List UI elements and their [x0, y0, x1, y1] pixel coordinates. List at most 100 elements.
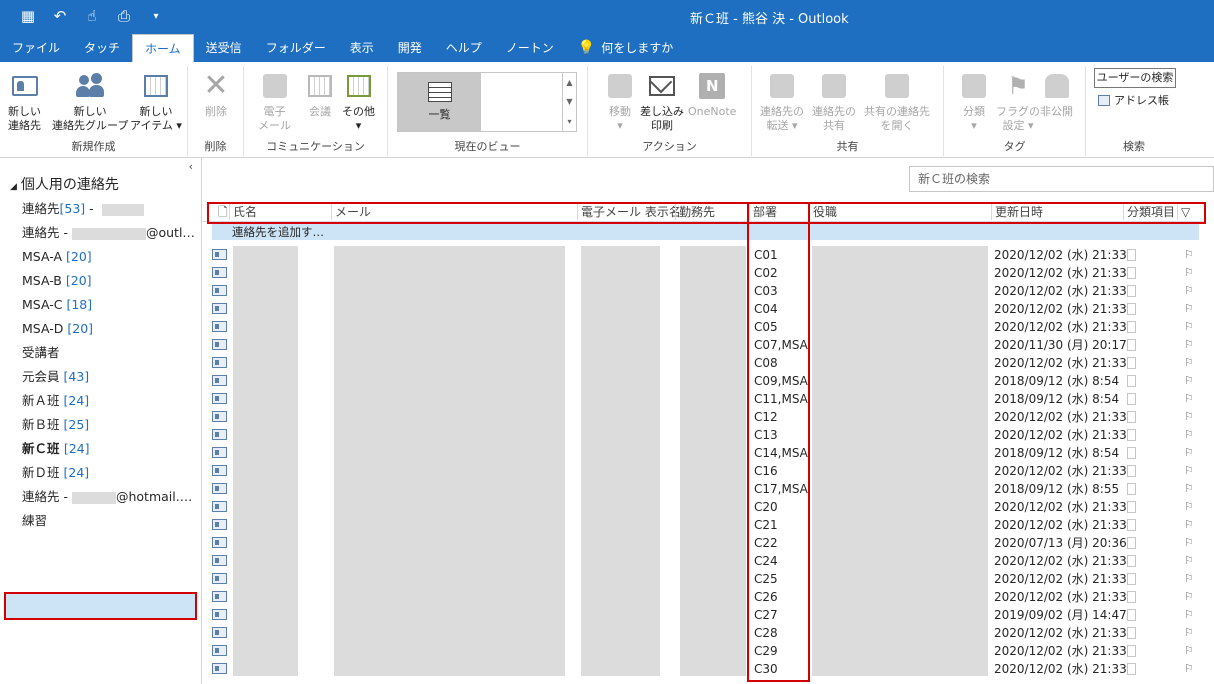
- new-contact-group-button[interactable]: 新しい 連絡先グループ: [52, 70, 128, 133]
- table-row[interactable]: C03 2020/12/02 (水) 21:33 ⚐: [203, 282, 1204, 300]
- folder-item[interactable]: 受講者: [22, 342, 60, 364]
- category-cell[interactable]: [1127, 339, 1136, 351]
- table-row[interactable]: C05 2020/12/02 (水) 21:33 ⚐: [203, 318, 1204, 336]
- address-book-button[interactable]: アドレス帳: [1098, 92, 1169, 108]
- table-row[interactable]: C11,MSA 2018/09/12 (水) 8:54 ⚐: [203, 390, 1204, 408]
- touch-mode-icon[interactable]: ☝: [82, 6, 102, 26]
- tell-me-box[interactable]: 💡 何をしますか: [566, 34, 685, 62]
- view-list-option[interactable]: 一覧: [398, 73, 481, 131]
- flag-icon[interactable]: ⚐: [1184, 572, 1194, 585]
- table-row[interactable]: C07,MSA 2020/11/30 (月) 20:17 ⚐: [203, 336, 1204, 354]
- customize-icon[interactable]: ▾: [146, 6, 166, 26]
- search-people-box[interactable]: ユーザーの検索: [1094, 68, 1176, 88]
- table-row[interactable]: C28 2020/12/02 (水) 21:33 ⚐: [203, 624, 1204, 642]
- table-row[interactable]: C27 2019/09/02 (月) 14:47 ⚐: [203, 606, 1204, 624]
- category-cell[interactable]: [1127, 249, 1136, 261]
- tab-folder[interactable]: フォルダー: [254, 34, 338, 62]
- flag-icon[interactable]: ⚐: [1184, 590, 1194, 603]
- category-cell[interactable]: [1127, 591, 1136, 603]
- table-row[interactable]: C13 2020/12/02 (水) 21:33 ⚐: [203, 426, 1204, 444]
- open-shared-contacts-button[interactable]: 共有の連絡先 を開く: [864, 70, 930, 133]
- table-row[interactable]: C24 2020/12/02 (水) 21:33 ⚐: [203, 552, 1204, 570]
- flag-icon[interactable]: ⚐: [1184, 464, 1194, 477]
- flag-icon[interactable]: ⚐: [1184, 626, 1194, 639]
- folder-item[interactable]: 連絡先 - @outl…: [22, 222, 195, 244]
- table-row[interactable]: C12 2020/12/02 (水) 21:33 ⚐: [203, 408, 1204, 426]
- print-icon[interactable]: ⎙: [114, 6, 134, 26]
- follow-up-button[interactable]: ⚑ フラグの 設定 ▾: [996, 70, 1040, 133]
- forward-contact-button[interactable]: 連絡先の 転送 ▾: [760, 70, 804, 133]
- flag-icon[interactable]: ⚐: [1184, 374, 1194, 387]
- share-contacts-button[interactable]: 連絡先の 共有: [812, 70, 856, 133]
- private-button[interactable]: 非公開: [1040, 70, 1073, 119]
- category-cell[interactable]: [1127, 429, 1136, 441]
- folder-item[interactable]: 新Ａ班 [24]: [22, 390, 89, 412]
- category-cell[interactable]: [1127, 573, 1136, 585]
- flag-icon[interactable]: ⚐: [1184, 410, 1194, 423]
- table-row[interactable]: C01 2020/12/02 (水) 21:33 ⚐: [203, 246, 1204, 264]
- table-row[interactable]: C09,MSA 2018/09/12 (水) 8:54 ⚐: [203, 372, 1204, 390]
- table-row[interactable]: C16 2020/12/02 (水) 21:33 ⚐: [203, 462, 1204, 480]
- category-cell[interactable]: [1127, 411, 1136, 423]
- category-cell[interactable]: [1127, 375, 1136, 387]
- table-row[interactable]: C04 2020/12/02 (水) 21:33 ⚐: [203, 300, 1204, 318]
- mail-merge-button[interactable]: 差し込み 印刷: [640, 70, 684, 133]
- contacts-icon[interactable]: ▦: [18, 6, 38, 26]
- flag-icon[interactable]: ⚐: [1184, 518, 1194, 531]
- meeting-button[interactable]: 会議: [304, 70, 336, 119]
- view-gallery[interactable]: 一覧 ▲ ▼ ▾: [397, 72, 577, 132]
- table-row[interactable]: C25 2020/12/02 (水) 21:33 ⚐: [203, 570, 1204, 588]
- category-cell[interactable]: [1127, 627, 1136, 639]
- flag-icon[interactable]: ⚐: [1184, 428, 1194, 441]
- categorize-button[interactable]: 分類 ▾: [958, 70, 990, 133]
- category-cell[interactable]: [1127, 321, 1136, 333]
- category-cell[interactable]: [1127, 285, 1136, 297]
- category-cell[interactable]: [1127, 537, 1136, 549]
- category-cell[interactable]: [1127, 447, 1136, 459]
- category-cell[interactable]: [1127, 303, 1136, 315]
- category-cell[interactable]: [1127, 483, 1136, 495]
- flag-icon[interactable]: ⚐: [1184, 356, 1194, 369]
- folder-item-selected[interactable]: 新Ｃ班 [24]: [22, 438, 90, 460]
- tab-touch[interactable]: タッチ: [72, 34, 132, 62]
- add-contact-row[interactable]: 連絡先を追加す…: [212, 224, 1199, 240]
- folder-item[interactable]: 連絡先[53] -: [22, 198, 144, 220]
- my-contacts-header[interactable]: ◢ 個人用の連絡先: [10, 174, 119, 194]
- move-button[interactable]: 移動 ▾: [604, 70, 636, 133]
- flag-icon[interactable]: ⚐: [1184, 248, 1194, 261]
- folder-item[interactable]: 元会員 [43]: [22, 366, 89, 388]
- folder-item[interactable]: 連絡先 - @hotmail.…: [22, 486, 192, 508]
- flag-icon[interactable]: ⚐: [1184, 662, 1194, 675]
- category-cell[interactable]: [1127, 663, 1136, 675]
- folder-item[interactable]: 新Ｄ班 [24]: [22, 462, 89, 484]
- gallery-scroll[interactable]: ▲ ▼ ▾: [562, 73, 576, 131]
- table-row[interactable]: C29 2020/12/02 (水) 21:33 ⚐: [203, 642, 1204, 660]
- table-row[interactable]: C08 2020/12/02 (水) 21:33 ⚐: [203, 354, 1204, 372]
- tab-help[interactable]: ヘルプ: [434, 34, 494, 62]
- flag-icon[interactable]: ⚐: [1184, 500, 1194, 513]
- flag-icon[interactable]: ⚐: [1184, 536, 1194, 549]
- flag-icon[interactable]: ⚐: [1184, 608, 1194, 621]
- flag-icon[interactable]: ⚐: [1184, 644, 1194, 657]
- flag-icon[interactable]: ⚐: [1184, 482, 1194, 495]
- tab-home[interactable]: ホーム: [132, 34, 194, 63]
- category-cell[interactable]: [1127, 519, 1136, 531]
- category-cell[interactable]: [1127, 465, 1136, 477]
- table-row[interactable]: C17,MSA 2018/09/12 (水) 8:55 ⚐: [203, 480, 1204, 498]
- category-cell[interactable]: [1127, 393, 1136, 405]
- delete-button[interactable]: ✕ 削除: [200, 70, 232, 119]
- category-cell[interactable]: [1127, 645, 1136, 657]
- flag-icon[interactable]: ⚐: [1184, 554, 1194, 567]
- new-items-button[interactable]: 新しい アイテム ▾: [130, 70, 182, 133]
- more-button[interactable]: その他 ▾: [342, 70, 375, 133]
- category-cell[interactable]: [1127, 555, 1136, 567]
- table-row[interactable]: C22 2020/07/13 (月) 20:36 ⚐: [203, 534, 1204, 552]
- category-cell[interactable]: [1127, 501, 1136, 513]
- table-row[interactable]: C14,MSA 2018/09/12 (水) 8:54 ⚐: [203, 444, 1204, 462]
- tab-developer[interactable]: 開発: [386, 34, 434, 62]
- collapse-pane-icon[interactable]: ‹: [189, 160, 193, 173]
- folder-item[interactable]: MSA-A [20]: [22, 246, 92, 268]
- flag-icon[interactable]: ⚐: [1184, 302, 1194, 315]
- folder-item[interactable]: 練習: [22, 510, 47, 532]
- table-row[interactable]: C21 2020/12/02 (水) 21:33 ⚐: [203, 516, 1204, 534]
